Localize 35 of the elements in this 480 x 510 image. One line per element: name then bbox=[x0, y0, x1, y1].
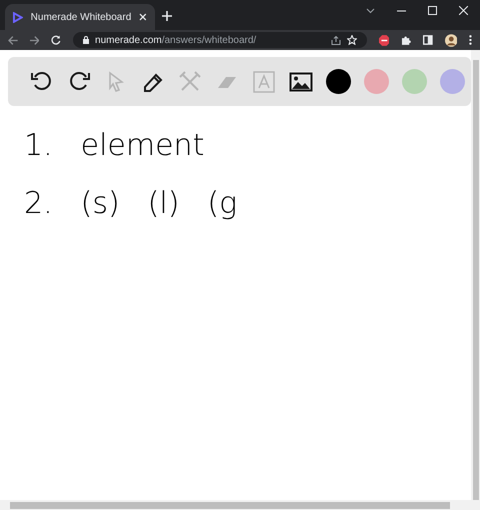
avatar-icon[interactable] bbox=[444, 34, 458, 46]
puzzle-icon[interactable] bbox=[401, 35, 411, 45]
reload-icon[interactable] bbox=[51, 35, 62, 45]
image-icon[interactable] bbox=[289, 70, 313, 94]
close-icon[interactable] bbox=[459, 6, 468, 15]
handwritten-text: (g bbox=[207, 186, 238, 222]
color-swatch[interactable] bbox=[440, 69, 465, 94]
new-tab-icon[interactable] bbox=[162, 11, 172, 21]
forward-arrow-icon[interactable] bbox=[30, 36, 40, 44]
scrollbar-thumb[interactable] bbox=[10, 502, 450, 508]
lock-icon bbox=[83, 36, 90, 44]
more-icon[interactable] bbox=[469, 35, 472, 45]
star-icon[interactable] bbox=[346, 35, 357, 45]
close-icon[interactable] bbox=[139, 13, 147, 21]
side-panel-icon[interactable] bbox=[422, 35, 433, 45]
share-icon[interactable] bbox=[330, 36, 341, 44]
tab-title: Numerade Whiteboard bbox=[30, 10, 132, 24]
play-logo-icon bbox=[13, 12, 23, 22]
handwritten-text: element bbox=[80, 128, 204, 164]
browser-tab[interactable]: Numerade Whiteboard bbox=[5, 4, 155, 30]
minimize-icon[interactable] bbox=[397, 10, 406, 12]
address-bar[interactable]: numerade.com/answers/whiteboard/ bbox=[73, 32, 367, 48]
handwritten-text: 2. bbox=[24, 186, 53, 222]
chevron-down-icon[interactable] bbox=[366, 8, 375, 14]
url-text: numerade.com/answers/whiteboard/ bbox=[95, 34, 258, 48]
color-swatch[interactable] bbox=[364, 69, 389, 94]
scrollbar-thumb[interactable] bbox=[472, 60, 478, 500]
handwritten-text: (s) bbox=[80, 186, 120, 222]
handwritten-text: 1. bbox=[24, 128, 53, 164]
back-arrow-icon[interactable] bbox=[8, 36, 18, 44]
adblock-extension-icon[interactable] bbox=[378, 34, 390, 46]
color-swatch[interactable] bbox=[402, 69, 427, 94]
maximize-icon[interactable] bbox=[428, 6, 437, 15]
color-swatch[interactable] bbox=[326, 69, 351, 94]
handwritten-text: (l) bbox=[148, 186, 180, 222]
